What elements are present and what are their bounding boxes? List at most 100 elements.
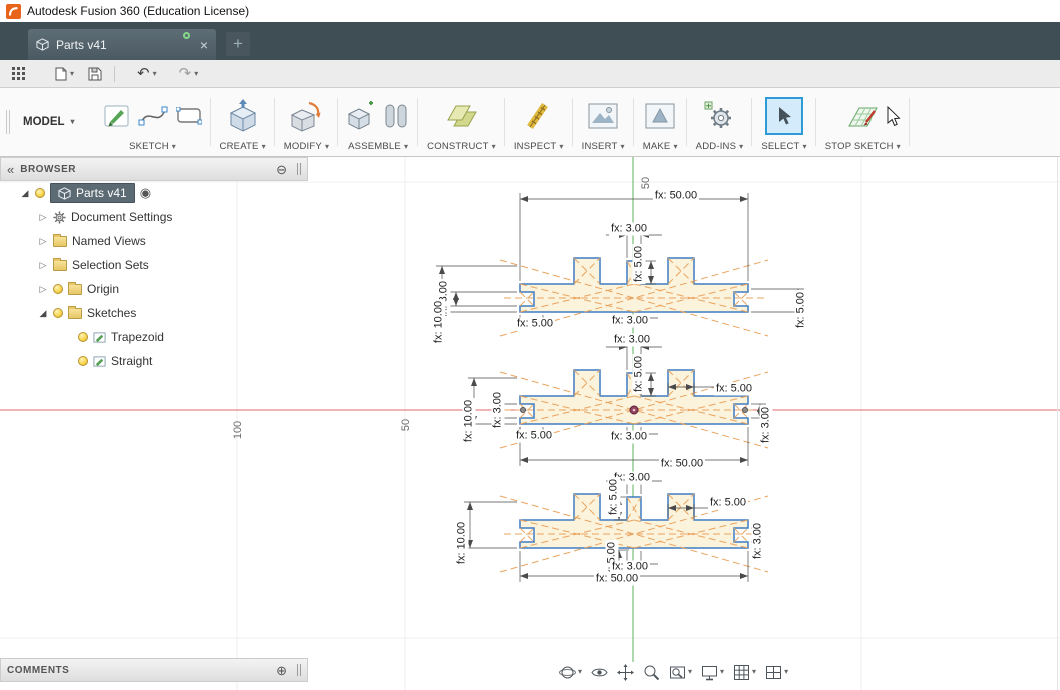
dimension-label[interactable]: fx: 10.00 (432, 298, 446, 346)
expander-closed-icon[interactable]: ▷ (38, 260, 48, 271)
expander-closed-icon[interactable]: ▷ (38, 212, 48, 223)
browser-item-selection-sets[interactable]: ▷ Selection Sets (0, 253, 308, 277)
dimension-label[interactable]: fx: 3.00 (759, 404, 773, 446)
select-tool-active-highlight[interactable] (765, 96, 804, 135)
browser-item-sketch-straight[interactable]: Straight (0, 349, 308, 373)
redo-button[interactable]: ↷ ▾ (175, 63, 203, 84)
measure-icon[interactable] (524, 102, 554, 130)
toolbar-group-modify[interactable]: MODIFY ▾ (275, 88, 339, 156)
spline-tool-icon[interactable] (138, 104, 168, 128)
dimension-label[interactable]: fx: 3.00 (608, 222, 650, 236)
browser-item-root[interactable]: ◢ Parts v41 ◉ (0, 181, 308, 205)
expander-closed-icon[interactable]: ▷ (38, 236, 48, 247)
browser-item-sketch-trapezoid[interactable]: Trapezoid (0, 325, 308, 349)
dimension-label[interactable]: fx: 5.00 (513, 429, 555, 443)
toolbar-group-sketch[interactable]: SKETCH ▾ (95, 88, 211, 156)
dimension-label[interactable]: fx: 50.00 (652, 189, 700, 203)
browser-item-origin[interactable]: ▷ Origin (0, 277, 308, 301)
stop-sketch-icon[interactable] (845, 101, 881, 131)
addins-gear-icon[interactable] (704, 101, 736, 131)
pan-button[interactable] (614, 662, 637, 683)
tab-close-icon[interactable]: × (200, 38, 208, 52)
construct-plane-icon[interactable] (444, 102, 480, 130)
comments-panel-header[interactable]: COMMENTS ⊕ (0, 658, 308, 682)
expander-open-icon[interactable]: ◢ (20, 188, 30, 199)
visibility-bulb-icon[interactable] (53, 284, 63, 294)
save-button[interactable] (84, 64, 106, 84)
workspace-label: MODEL (23, 116, 65, 128)
dimension-label[interactable]: fx: 5.00 (514, 317, 556, 331)
look-at-button[interactable] (588, 662, 611, 683)
orbit-icon (559, 666, 576, 678)
visibility-bulb-icon[interactable] (35, 188, 45, 198)
panel-collapse-icon[interactable]: « (7, 163, 14, 176)
new-tab-button[interactable]: + (226, 32, 250, 56)
joint-icon[interactable] (383, 102, 409, 130)
orbit-button[interactable]: ▾ (556, 662, 585, 683)
app-grid-menu-button[interactable] (8, 64, 29, 83)
panel-resize-grip[interactable] (297, 664, 301, 676)
browser-header[interactable]: « BROWSER ⊖ (0, 157, 308, 181)
toolbar-group-assemble[interactable]: ASSEMBLE ▾ (338, 88, 419, 156)
sketch-point (741, 406, 748, 413)
toolbar-group-select[interactable]: SELECT ▾ (752, 88, 817, 156)
toolbar-group-addins[interactable]: ADD-INS ▾ (687, 88, 753, 156)
create-sketch-icon[interactable] (104, 103, 130, 129)
fit-button[interactable]: ▾ (666, 662, 695, 683)
document-tab[interactable]: Parts v41 × (28, 29, 216, 60)
zoom-button[interactable] (640, 662, 663, 683)
caret-down-icon: ▾ (324, 141, 330, 151)
dimension-label[interactable]: fx: 10.00 (462, 397, 476, 445)
browser-item-label: Sketches (87, 306, 137, 320)
grid-settings-button[interactable]: ▾ (730, 662, 759, 683)
workspace-selector[interactable]: MODEL ▾ (15, 88, 95, 156)
plus-circle-icon[interactable]: ⊕ (276, 664, 287, 677)
activate-radio-icon[interactable]: ◉ (140, 185, 151, 201)
file-menu-button[interactable]: ▾ (51, 64, 78, 84)
toolbar-group-inspect[interactable]: INSPECT ▾ (505, 88, 573, 156)
panel-resize-grip[interactable] (297, 163, 301, 175)
dimension-label[interactable]: fx: 3.00 (491, 389, 505, 431)
new-component-icon[interactable] (347, 100, 375, 131)
visibility-bulb-icon[interactable] (53, 308, 63, 318)
visibility-bulb-icon[interactable] (78, 356, 88, 366)
expander-closed-icon[interactable]: ▷ (38, 284, 48, 295)
dimension-label[interactable]: fx: 5.00 (607, 476, 621, 518)
display-settings-button[interactable]: ▾ (698, 662, 727, 683)
toolbar-group-make[interactable]: MAKE ▾ (634, 88, 687, 156)
dimension-label[interactable]: fx: 5.00 (632, 353, 646, 395)
dimension-label[interactable]: fx: 3.00 (611, 333, 653, 347)
dimension-label[interactable]: fx: 5.00 (713, 382, 755, 396)
dimension-label[interactable]: fx: 3.00 (608, 430, 650, 444)
undo-button[interactable]: ↶ ▾ (133, 63, 161, 84)
selected-root-item[interactable]: Parts v41 (50, 183, 135, 203)
expander-open-icon[interactable]: ◢ (38, 308, 48, 319)
rectangle-tool-icon[interactable] (175, 106, 202, 125)
browser-item-sketches[interactable]: ◢ Sketches (0, 301, 308, 325)
toolbar-grip[interactable] (6, 110, 10, 134)
insert-image-icon[interactable] (588, 103, 618, 129)
dimension-label[interactable]: fx: 5.00 (707, 496, 749, 510)
viewports-button[interactable]: ▾ (762, 662, 791, 683)
browser-item-document-settings[interactable]: ▷ Document Settings (0, 205, 308, 229)
toolbar-group-create[interactable]: CREATE ▾ (211, 88, 276, 156)
group-label-make: MAKE (642, 141, 671, 152)
make-icon[interactable] (645, 103, 675, 129)
dimension-label[interactable]: fx: 5.00 (632, 243, 646, 285)
toolbar-group-stop-sketch[interactable]: STOP SKETCH ▾ (816, 88, 911, 156)
modify-icon[interactable] (290, 100, 322, 132)
browser-item-named-views[interactable]: ▷ Named Views (0, 229, 308, 253)
create-solid-icon[interactable] (229, 98, 257, 133)
toolbar-group-construct[interactable]: CONSTRUCT ▾ (418, 88, 505, 156)
dimension-label[interactable]: fx: 3.00 (751, 520, 765, 562)
minus-circle-icon[interactable]: ⊖ (276, 163, 287, 176)
grid-icon (734, 664, 750, 680)
toolbar-group-insert[interactable]: INSERT ▾ (573, 88, 634, 156)
dimension-label[interactable]: fx: 50.00 (593, 572, 641, 586)
dimension-label[interactable]: fx: 3.00 (609, 314, 651, 328)
caret-down-icon: ▾ (70, 68, 75, 78)
dimension-label[interactable]: fx: 5.00 (794, 289, 808, 331)
visibility-bulb-icon[interactable] (78, 332, 88, 342)
dimension-label[interactable]: fx: 10.00 (455, 519, 469, 567)
dimension-label[interactable]: fx: 50.00 (658, 457, 706, 471)
